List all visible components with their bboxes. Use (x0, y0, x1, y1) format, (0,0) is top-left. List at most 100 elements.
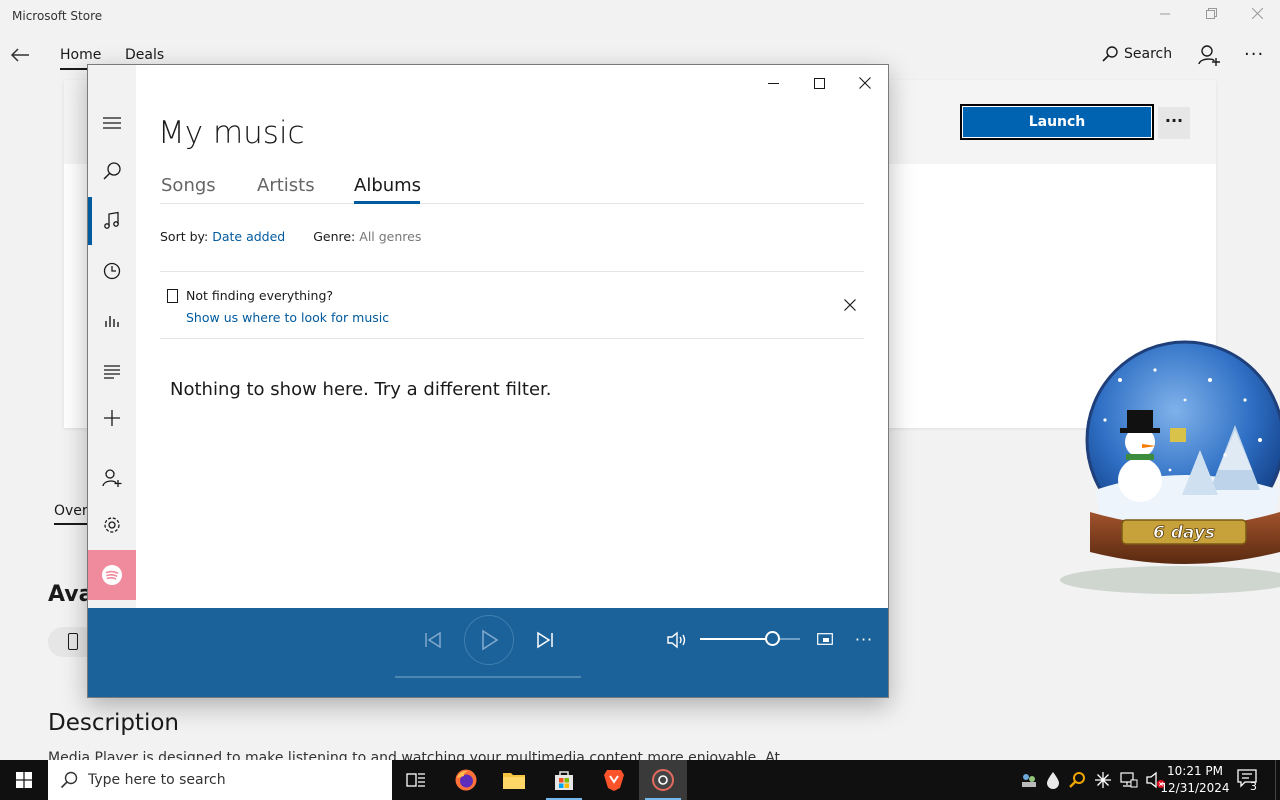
rail-item-settings[interactable] (88, 502, 136, 548)
rail-item-recent[interactable] (88, 248, 136, 294)
mini-player-icon (817, 633, 833, 645)
taskbar-media-player[interactable] (639, 760, 687, 800)
rail-item-account[interactable] (88, 455, 136, 501)
media-player-close-button[interactable] (842, 69, 888, 97)
account-button[interactable] (1198, 44, 1220, 66)
water-drop-icon[interactable] (1046, 771, 1060, 789)
clock-date: 12/31/2024 (1160, 781, 1230, 795)
minimize-icon (767, 82, 779, 84)
taskbar-file-explorer[interactable] (490, 760, 538, 800)
magnifier-tray-icon[interactable] (1068, 771, 1086, 789)
minimize-icon (1160, 13, 1170, 15)
volume-slider-thumb[interactable] (765, 631, 780, 646)
search-button[interactable] (88, 148, 136, 194)
launch-more-button[interactable]: ··· (1158, 107, 1190, 139)
sort-by-dropdown[interactable]: Date added (212, 229, 285, 244)
snowflake-tray-icon[interactable] (1094, 771, 1112, 789)
tab-songs[interactable]: Songs (161, 175, 216, 196)
store-search-label: Search (1124, 46, 1173, 62)
menu-button[interactable] (88, 100, 136, 146)
description-heading: Description (48, 710, 179, 736)
rail-item-add[interactable] (88, 395, 136, 441)
taskbar-brave[interactable] (590, 760, 638, 800)
snow-globe-widget[interactable]: 6 days (1060, 340, 1280, 600)
empty-state-message: Nothing to show here. Try a different fi… (170, 379, 552, 400)
page-title: My music (158, 115, 305, 151)
task-view-button[interactable] (392, 760, 440, 800)
clock-time: 10:21 PM (1167, 764, 1223, 778)
tab-albums[interactable]: Albums (354, 175, 421, 196)
brave-icon (604, 770, 624, 791)
windows-logo-icon (16, 772, 32, 788)
taskbar-clock[interactable]: 10:21 PM 12/31/2024 (1160, 763, 1230, 797)
show-desktop-button[interactable] (1275, 760, 1280, 800)
start-button[interactable] (0, 760, 48, 800)
close-icon (859, 77, 871, 89)
tab-overview[interactable]: Over (54, 503, 88, 525)
rail-item-playlists[interactable] (88, 348, 136, 394)
search-icon (60, 771, 78, 789)
maximize-icon (813, 77, 825, 89)
genre-dropdown[interactable]: All genres (359, 229, 421, 244)
play-icon (482, 629, 499, 651)
store-close-button[interactable] (1237, 4, 1277, 28)
navigation-rail (88, 65, 136, 608)
playlist-icon (104, 365, 120, 379)
equalizer-icon (105, 316, 119, 327)
taskbar-microsoft-store[interactable] (540, 760, 588, 800)
tab-artists[interactable]: Artists (257, 175, 315, 196)
snow-globe-image: 6 days (1060, 340, 1280, 594)
network-people-icon[interactable] (1020, 771, 1038, 789)
play-button[interactable] (464, 615, 514, 665)
plus-icon (104, 410, 120, 426)
next-button[interactable] (530, 625, 560, 655)
back-arrow-icon (10, 48, 29, 62)
genre-label: Genre: (313, 229, 356, 244)
clock-icon (103, 262, 121, 280)
launch-button[interactable]: Launch (960, 104, 1154, 140)
playback-bar: ··· (88, 608, 888, 697)
system-tray (1020, 760, 1166, 800)
search-icon (1102, 46, 1118, 62)
active-tab-underline (354, 201, 420, 204)
description-text: Media Player is designed to make listeni… (48, 750, 781, 760)
close-icon (1251, 7, 1263, 20)
media-player-maximize-button[interactable] (796, 69, 842, 97)
seek-bar[interactable] (395, 676, 581, 678)
notification-count-badge: 3 (1250, 780, 1257, 793)
rail-item-spotify[interactable] (88, 550, 136, 600)
media-player-minimize-button[interactable] (750, 69, 796, 97)
taskbar-firefox[interactable] (442, 760, 490, 800)
store-search-button[interactable]: Search (1102, 46, 1172, 62)
add-user-icon (102, 469, 122, 487)
volume-button[interactable] (662, 625, 692, 655)
notice-divider-bottom (160, 338, 864, 339)
tab-deals[interactable]: Deals (125, 47, 164, 63)
skip-next-icon (537, 631, 553, 649)
store-minimize-button[interactable] (1145, 4, 1185, 28)
store-more-button[interactable]: ··· (1244, 44, 1264, 65)
countdown-label: 6 days (1153, 523, 1215, 543)
gear-icon (104, 517, 120, 533)
notice-title: Not finding everything? (186, 288, 334, 303)
rail-item-music[interactable] (88, 198, 136, 244)
media-player-window: My music Songs Artists Albums Sort by: D… (87, 64, 889, 698)
player-more-button[interactable]: ··· (850, 625, 878, 653)
store-icon (555, 771, 573, 790)
store-restore-button[interactable] (1191, 4, 1231, 28)
document-icon (167, 289, 178, 303)
rail-item-now-playing[interactable] (88, 298, 136, 344)
firefox-icon (455, 769, 477, 791)
back-button[interactable] (10, 44, 34, 68)
music-note-icon (104, 211, 119, 229)
network-icon[interactable] (1120, 772, 1138, 788)
taskbar-search-box[interactable]: Type here to search (48, 760, 392, 800)
notice-dismiss-button[interactable] (840, 295, 860, 315)
filter-bar: Sort by: Date added Genre: All genres (160, 229, 421, 244)
search-icon (103, 162, 121, 180)
notice-link[interactable]: Show us where to look for music (186, 310, 389, 325)
previous-button[interactable] (418, 625, 448, 655)
availability-heading: Ava (48, 582, 88, 607)
store-window-title: Microsoft Store (12, 9, 103, 23)
mini-player-button[interactable] (811, 625, 839, 653)
